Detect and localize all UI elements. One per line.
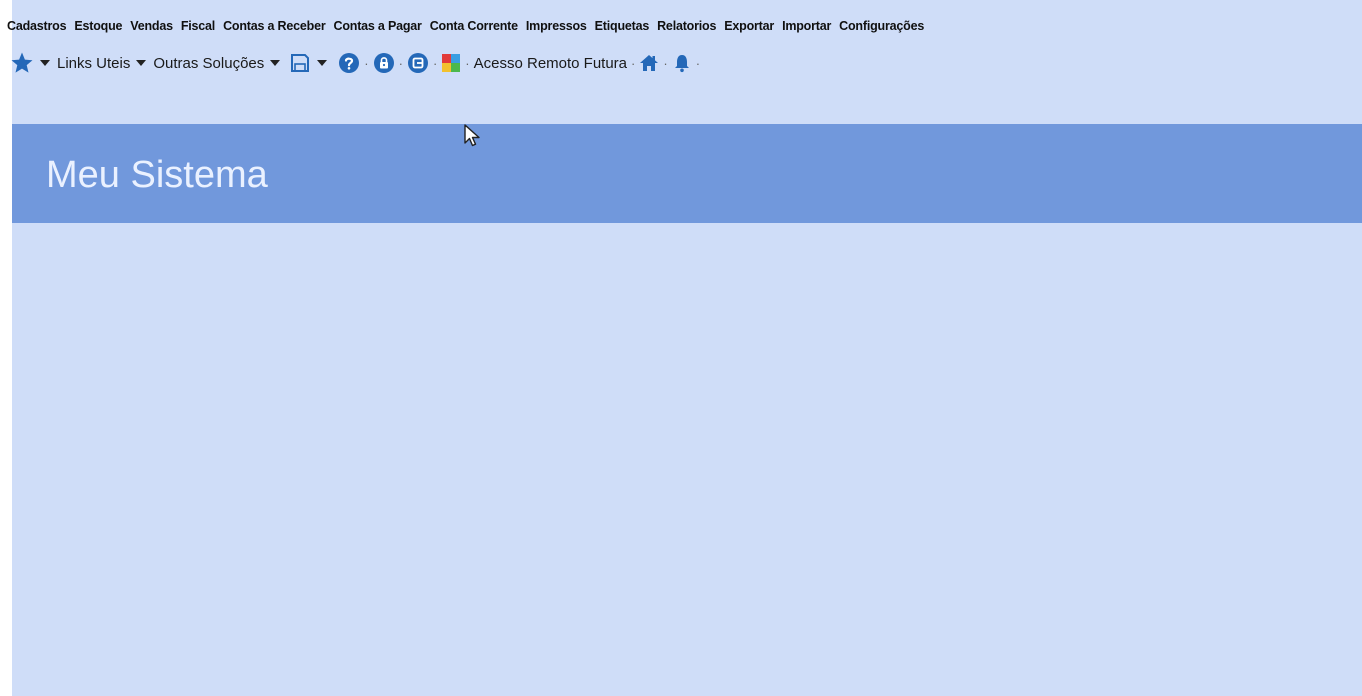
lock-icon[interactable] (373, 52, 395, 74)
toolbar-separator: · (398, 55, 403, 71)
links-uteis-menu[interactable]: Links Uteis (57, 55, 130, 72)
outras-solucoes-dropdown-icon[interactable] (270, 60, 281, 66)
menu-estoque[interactable]: Estoque (74, 19, 122, 33)
menu-importar[interactable]: Importar (782, 19, 831, 33)
menu-vendas[interactable]: Vendas (130, 19, 173, 33)
bell-icon[interactable] (672, 53, 692, 73)
toolbar-separator: · (695, 55, 701, 71)
menu-fiscal[interactable]: Fiscal (181, 19, 215, 33)
menu-relatorios[interactable]: Relatorios (657, 19, 716, 33)
acesso-remoto-link[interactable]: Acesso Remoto Futura (474, 55, 627, 72)
header-band: Meu Sistema (12, 124, 1362, 223)
toolbar-separator: · (465, 55, 470, 71)
save-icon[interactable] (289, 52, 311, 74)
menu-bar: Cadastros Estoque Vendas Fiscal Contas a… (7, 16, 932, 36)
toolbar-separator: · (432, 55, 438, 71)
page-title: Meu Sistema (46, 154, 268, 196)
menu-configuracoes[interactable]: Configurações (839, 19, 924, 33)
menu-exportar[interactable]: Exportar (724, 19, 774, 33)
favorites-dropdown-icon[interactable] (40, 60, 50, 66)
toolbar-separator: · (631, 55, 636, 71)
toolbar-separator: · (663, 55, 668, 71)
outras-solucoes-menu[interactable]: Outras Soluções (153, 55, 264, 72)
puzzle-icon[interactable] (441, 53, 461, 73)
save-dropdown-icon[interactable] (317, 60, 328, 66)
main-content (12, 223, 1362, 696)
menu-etiquetas[interactable]: Etiquetas (595, 19, 650, 33)
menu-contas-a-receber[interactable]: Contas a Receber (223, 19, 326, 33)
toolbar: Links Uteis Outras Soluções · · · · Aces… (10, 50, 704, 76)
menu-cadastros[interactable]: Cadastros (7, 19, 67, 33)
links-uteis-dropdown-icon[interactable] (136, 60, 147, 66)
exit-icon[interactable] (407, 52, 429, 74)
home-icon[interactable] (639, 53, 659, 73)
star-icon[interactable] (10, 51, 34, 75)
help-icon[interactable] (338, 52, 360, 74)
mouse-cursor-icon (463, 123, 483, 154)
window-left-edge (0, 0, 12, 696)
menu-contas-a-pagar[interactable]: Contas a Pagar (334, 19, 422, 33)
menu-conta-corrente[interactable]: Conta Corrente (430, 19, 518, 33)
toolbar-separator: · (364, 55, 369, 71)
menu-impressos[interactable]: Impressos (526, 19, 587, 33)
